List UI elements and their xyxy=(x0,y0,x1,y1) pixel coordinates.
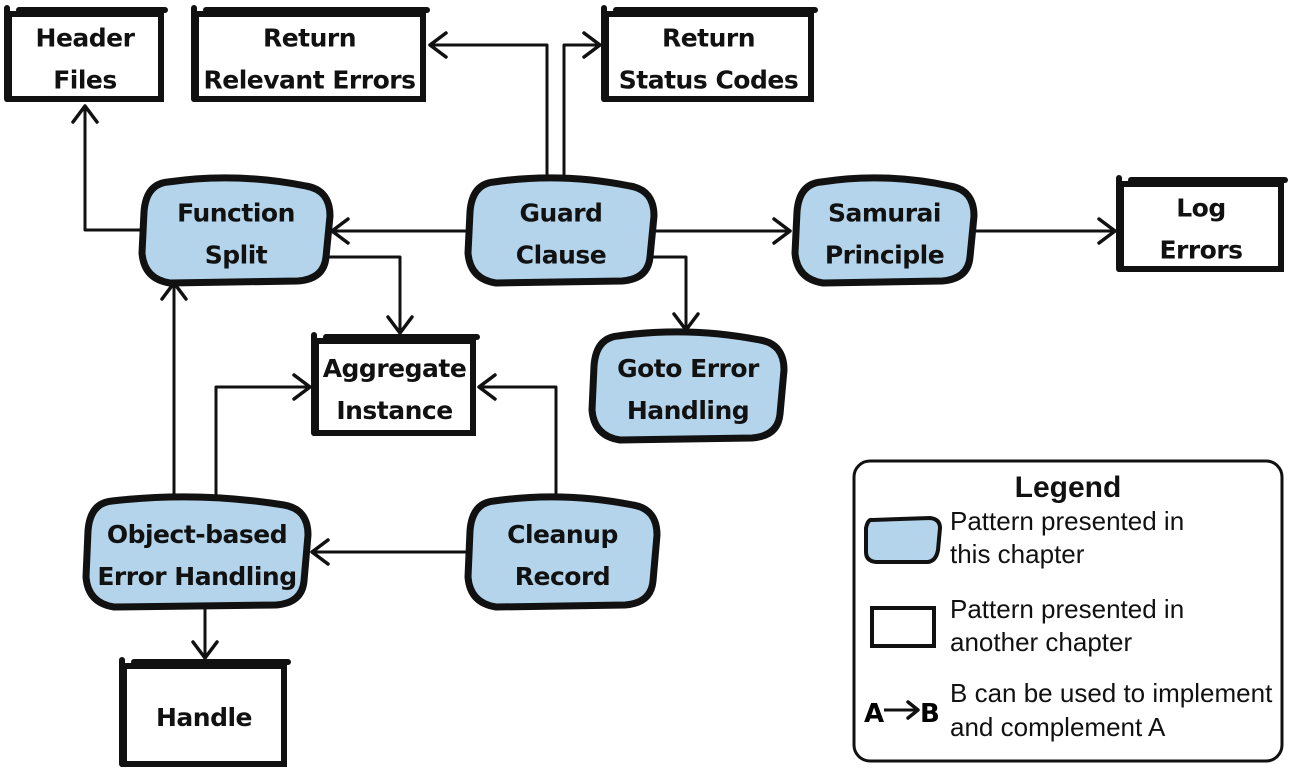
edge-cleanup-record-to-object-based-error-handling xyxy=(310,538,468,566)
edge-guard-clause-to-return-status-codes xyxy=(562,31,602,180)
node-header-files: Header Files xyxy=(4,5,168,102)
node-label-line: Object-based xyxy=(107,520,287,549)
node-label-line: Return xyxy=(662,24,755,53)
legend-item-this-chapter-line2: this chapter xyxy=(950,539,1085,569)
legend: Legend Pattern presented in this chapter… xyxy=(852,459,1284,763)
node-label-line: Principle xyxy=(825,241,944,270)
edge-object-based-error-handling-to-function-split xyxy=(160,281,188,499)
legend-item-other-chapter-line2: another chapter xyxy=(950,627,1132,657)
node-handle: Handle xyxy=(119,657,291,767)
node-guard-clause: Guard Clause xyxy=(464,174,658,287)
node-label-line: Guard xyxy=(520,199,603,228)
node-label-line: Instance xyxy=(336,396,452,425)
node-label-line: Handling xyxy=(627,396,749,425)
node-return-relevant-errors: Return Relevant Errors xyxy=(191,5,430,102)
node-label-line: Split xyxy=(205,241,268,270)
node-label-line: Clause xyxy=(516,241,606,270)
node-label-line: Cleanup xyxy=(507,520,618,549)
node-function-split: Function Split xyxy=(138,174,334,287)
node-label-line: Goto Error xyxy=(617,354,760,383)
node-log-errors: Log Errors xyxy=(1116,175,1288,272)
legend-arrow-b-label: B xyxy=(920,699,940,729)
node-return-status-codes: Return Status Codes xyxy=(601,5,818,102)
node-label-line: Return xyxy=(263,24,356,53)
edge-samurai-principle-to-log-errors xyxy=(974,217,1117,245)
edge-line xyxy=(648,255,688,332)
legend-rounded-shape-icon xyxy=(864,515,943,564)
node-label-line: Handle xyxy=(156,703,252,732)
node-samurai-principle: Samurai Principle xyxy=(791,174,978,287)
edge-guard-clause-to-samurai-principle xyxy=(654,217,792,245)
node-label-line: Samurai xyxy=(828,199,941,228)
legend-rectangle-icon xyxy=(870,606,936,648)
edge-cleanup-record-to-aggregate-instance xyxy=(477,373,558,499)
node-label-line: Status Codes xyxy=(619,66,798,95)
edge-line xyxy=(83,104,142,232)
edge-object-based-error-handling-to-handle xyxy=(191,605,219,660)
node-cleanup-record: Cleanup Record xyxy=(464,493,661,611)
edge-function-split-to-header-files xyxy=(71,104,142,232)
node-label-line: Log xyxy=(1176,194,1226,223)
pattern-relationship-diagram: Header Files Return Relevant Errors Return St… xyxy=(4,5,1288,767)
node-object-based-error-handling: Object-based Error Handling xyxy=(82,493,312,611)
legend-item-arrow-line1: B can be used to implement xyxy=(950,678,1273,708)
edge-function-split-to-aggregate-instance xyxy=(326,255,414,335)
node-label-line: Error Handling xyxy=(97,562,296,591)
node-label-line: Aggregate xyxy=(323,354,467,383)
edge-line xyxy=(428,43,549,180)
edge-object-based-error-handling-to-aggregate-instance xyxy=(214,373,312,499)
edge-line xyxy=(562,43,602,180)
edge-line xyxy=(214,385,312,499)
legend-item-this-chapter-line1: Pattern presented in xyxy=(950,506,1184,536)
node-goto-error-handling: Goto Error Handling xyxy=(588,328,788,444)
node-aggregate-instance: Aggregate Instance xyxy=(311,332,480,436)
edge-line xyxy=(326,255,402,335)
edge-guard-clause-to-function-split xyxy=(330,217,468,245)
edge-guard-clause-to-goto-error-handling xyxy=(648,255,700,332)
node-label-line: Header xyxy=(36,24,136,53)
legend-title: Legend xyxy=(1015,471,1122,504)
node-label-line: Errors xyxy=(1159,236,1242,265)
legend-arrow-a-label: A xyxy=(864,699,884,729)
node-label-line: Function xyxy=(177,199,295,228)
legend-item-arrow-line2: and complement A xyxy=(950,712,1166,742)
edge-line xyxy=(477,385,558,499)
node-label-line: Relevant Errors xyxy=(204,66,416,95)
node-label-line: Files xyxy=(53,66,117,95)
edge-guard-clause-to-return-relevant-errors xyxy=(428,31,549,180)
legend-item-other-chapter-line1: Pattern presented in xyxy=(950,594,1184,624)
node-label-line: Record xyxy=(515,562,610,591)
